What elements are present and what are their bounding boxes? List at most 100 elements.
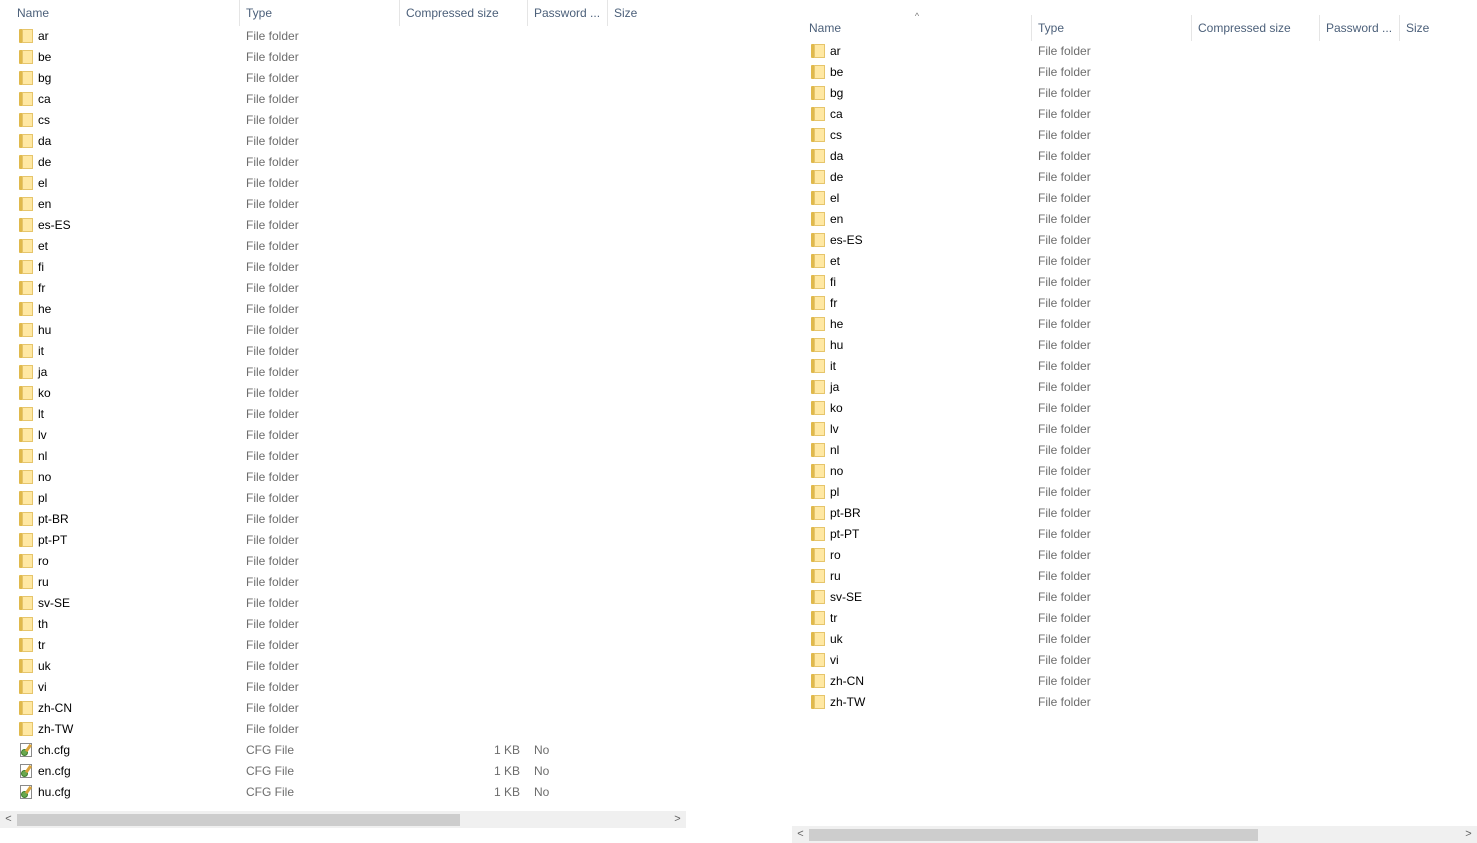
file-row[interactable]: lv File folder <box>792 419 1477 440</box>
file-row[interactable]: vi File folder <box>792 650 1477 671</box>
file-row[interactable]: ko File folder <box>0 383 686 404</box>
file-row[interactable]: da File folder <box>0 131 686 152</box>
file-row[interactable]: et File folder <box>0 236 686 257</box>
file-row[interactable]: da File folder <box>792 146 1477 167</box>
file-row[interactable]: lt File folder <box>0 404 686 425</box>
file-row[interactable]: ca File folder <box>792 104 1477 125</box>
column-header-type[interactable]: Type <box>1038 15 1064 41</box>
column-header-compressed-size[interactable]: Compressed size <box>1198 15 1291 41</box>
file-row[interactable]: de File folder <box>0 152 686 173</box>
column-header-size[interactable]: Size <box>614 0 637 26</box>
file-row[interactable]: no File folder <box>0 467 686 488</box>
column-divider[interactable] <box>239 0 240 26</box>
file-row[interactable]: pt-PT File folder <box>0 530 686 551</box>
column-header-password[interactable]: Password ... <box>534 0 600 26</box>
file-row[interactable]: pl File folder <box>0 488 686 509</box>
column-header-name[interactable]: Name <box>809 15 841 41</box>
file-row[interactable]: en.cfg CFG File 1 KB No <box>0 761 686 782</box>
file-row[interactable]: no File folder <box>792 461 1477 482</box>
file-row[interactable]: cs File folder <box>792 125 1477 146</box>
file-rows: ar File folder be File folder bg File folder c… <box>0 26 686 803</box>
column-divider[interactable] <box>1031 15 1032 41</box>
file-row[interactable]: nl File folder <box>792 440 1477 461</box>
file-row[interactable]: ro File folder <box>792 545 1477 566</box>
column-divider[interactable] <box>1399 15 1400 41</box>
column-divider[interactable] <box>607 0 608 26</box>
file-row[interactable]: el File folder <box>0 173 686 194</box>
file-row[interactable]: zh-TW File folder <box>0 719 686 740</box>
file-row[interactable]: he File folder <box>792 314 1477 335</box>
file-row[interactable]: ar File folder <box>792 41 1477 62</box>
file-type: CFG File <box>246 764 294 778</box>
file-row[interactable]: sv-SE File folder <box>792 587 1477 608</box>
column-header-type[interactable]: Type <box>246 0 272 26</box>
file-row[interactable]: tr File folder <box>792 608 1477 629</box>
scrollbar-thumb[interactable] <box>17 814 460 826</box>
horizontal-scrollbar[interactable]: < > <box>0 811 686 828</box>
file-row[interactable]: th File folder <box>0 614 686 635</box>
file-row[interactable]: fi File folder <box>792 272 1477 293</box>
file-row[interactable]: be File folder <box>0 47 686 68</box>
file-row[interactable]: de File folder <box>792 167 1477 188</box>
file-type: File folder <box>246 470 299 484</box>
file-name: th <box>38 617 49 631</box>
folder-icon <box>811 170 825 184</box>
file-row[interactable]: es-ES File folder <box>0 215 686 236</box>
column-divider[interactable] <box>399 0 400 26</box>
file-row[interactable]: en File folder <box>0 194 686 215</box>
file-row[interactable]: be File folder <box>792 62 1477 83</box>
column-header-size[interactable]: Size <box>1406 15 1429 41</box>
file-row[interactable]: ca File folder <box>0 89 686 110</box>
file-row[interactable]: fr File folder <box>0 278 686 299</box>
file-row[interactable]: tr File folder <box>0 635 686 656</box>
horizontal-scrollbar[interactable]: < > <box>792 826 1477 843</box>
file-row[interactable]: bg File folder <box>792 83 1477 104</box>
file-row[interactable]: he File folder <box>0 299 686 320</box>
column-header-compressed-size[interactable]: Compressed size <box>406 0 499 26</box>
scroll-right-arrow-icon[interactable]: > <box>1460 826 1477 843</box>
file-row[interactable]: fr File folder <box>792 293 1477 314</box>
file-row[interactable]: bg File folder <box>0 68 686 89</box>
file-row[interactable]: ru File folder <box>792 566 1477 587</box>
file-row[interactable]: cs File folder <box>0 110 686 131</box>
file-row[interactable]: vi File folder <box>0 677 686 698</box>
file-row[interactable]: pt-BR File folder <box>792 503 1477 524</box>
file-row[interactable]: ch.cfg CFG File 1 KB No <box>0 740 686 761</box>
scroll-right-arrow-icon[interactable]: > <box>669 811 686 828</box>
file-row[interactable]: es-ES File folder <box>792 230 1477 251</box>
column-divider[interactable] <box>1319 15 1320 41</box>
file-row[interactable]: lv File folder <box>0 425 686 446</box>
file-row[interactable]: nl File folder <box>0 446 686 467</box>
file-row[interactable]: el File folder <box>792 188 1477 209</box>
file-row[interactable]: et File folder <box>792 251 1477 272</box>
file-row[interactable]: ro File folder <box>0 551 686 572</box>
file-row[interactable]: ko File folder <box>792 398 1477 419</box>
file-row[interactable]: zh-TW File folder <box>792 692 1477 713</box>
file-row[interactable]: fi File folder <box>0 257 686 278</box>
file-row[interactable]: sv-SE File folder <box>0 593 686 614</box>
file-row[interactable]: ja File folder <box>792 377 1477 398</box>
file-row[interactable]: zh-CN File folder <box>792 671 1477 692</box>
file-row[interactable]: pt-PT File folder <box>792 524 1477 545</box>
column-divider[interactable] <box>1191 15 1192 41</box>
column-header-password[interactable]: Password ... <box>1326 15 1392 41</box>
file-row[interactable]: ja File folder <box>0 362 686 383</box>
file-row[interactable]: en File folder <box>792 209 1477 230</box>
file-row[interactable]: pt-BR File folder <box>0 509 686 530</box>
scroll-left-arrow-icon[interactable]: < <box>0 811 17 828</box>
scroll-left-arrow-icon[interactable]: < <box>792 826 809 843</box>
scrollbar-thumb[interactable] <box>809 829 1258 841</box>
file-row[interactable]: it File folder <box>792 356 1477 377</box>
file-row[interactable]: hu.cfg CFG File 1 KB No <box>0 782 686 803</box>
file-row[interactable]: it File folder <box>0 341 686 362</box>
file-row[interactable]: zh-CN File folder <box>0 698 686 719</box>
column-header-name[interactable]: Name <box>17 0 49 26</box>
file-row[interactable]: ru File folder <box>0 572 686 593</box>
file-row[interactable]: pl File folder <box>792 482 1477 503</box>
file-row[interactable]: ar File folder <box>0 26 686 47</box>
column-divider[interactable] <box>527 0 528 26</box>
file-row[interactable]: hu File folder <box>0 320 686 341</box>
file-row[interactable]: uk File folder <box>792 629 1477 650</box>
file-row[interactable]: uk File folder <box>0 656 686 677</box>
file-row[interactable]: hu File folder <box>792 335 1477 356</box>
